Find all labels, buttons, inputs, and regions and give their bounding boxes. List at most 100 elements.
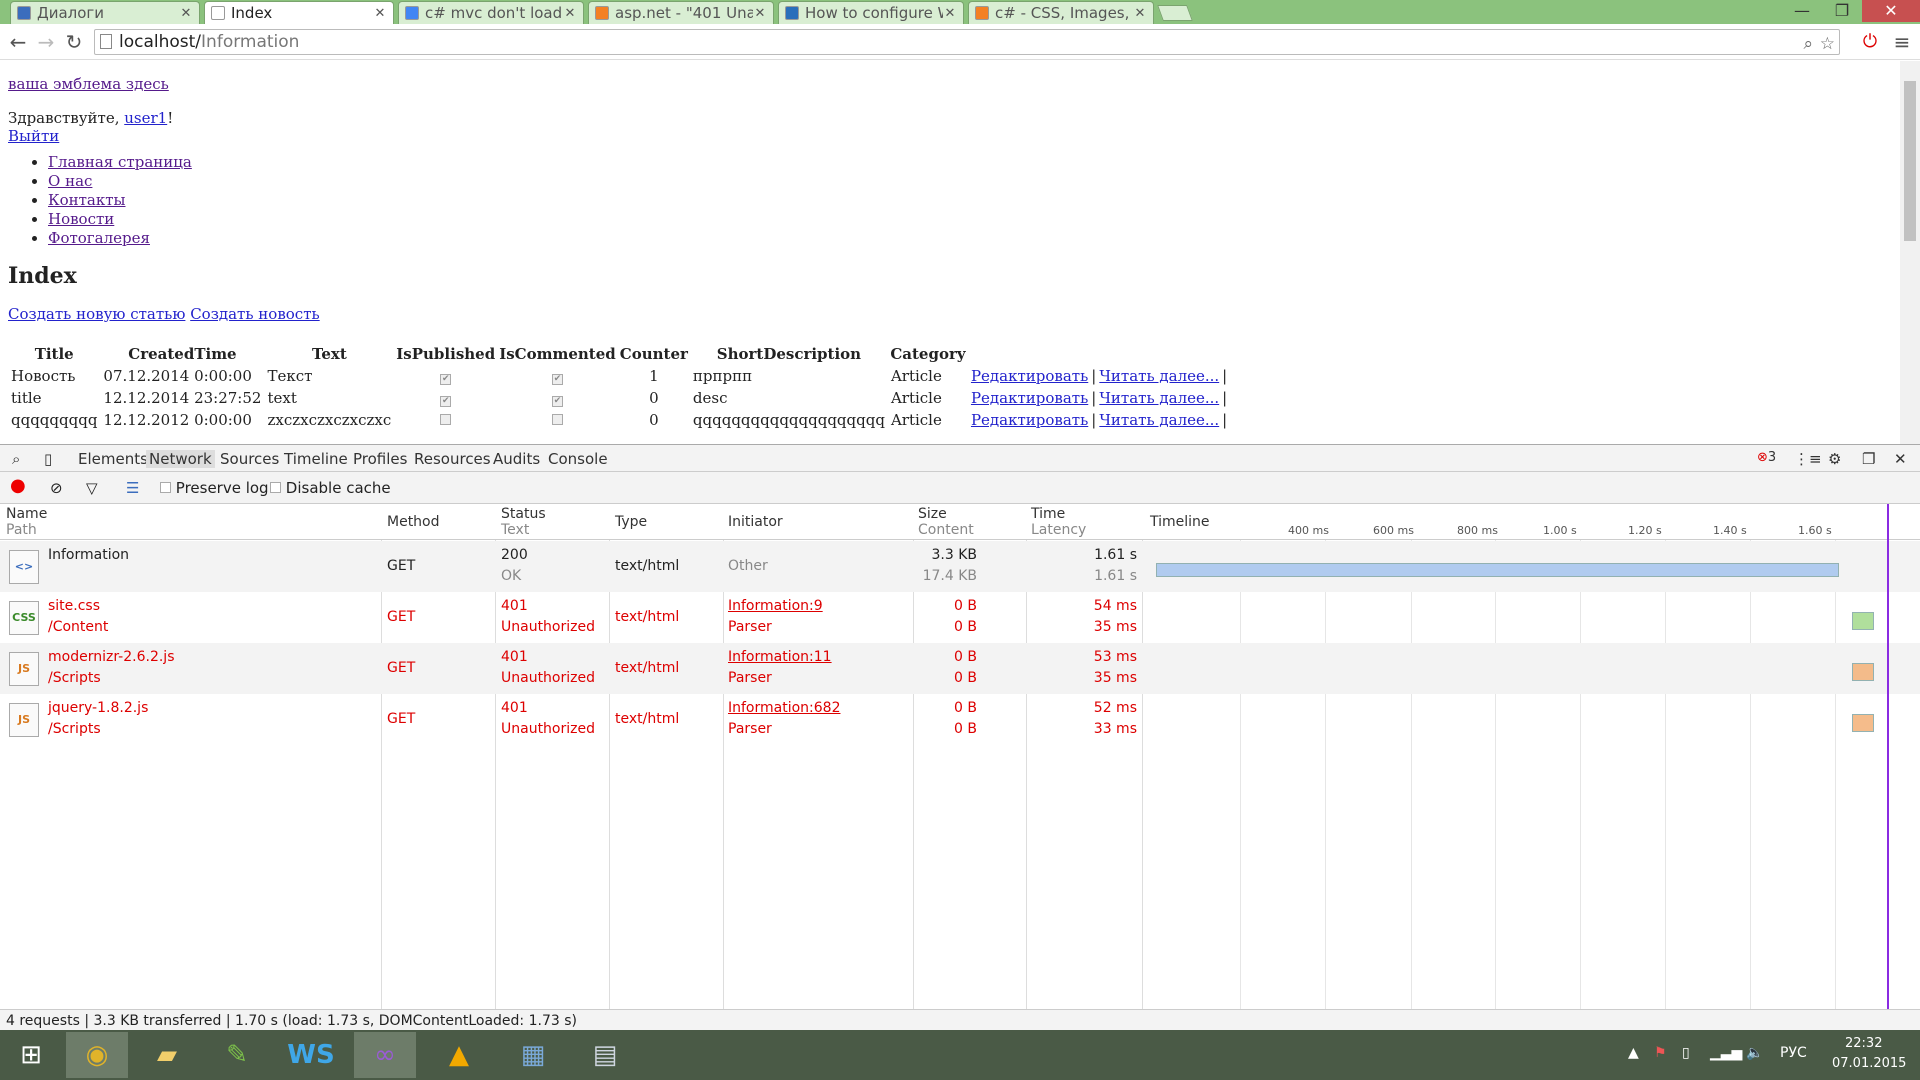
maximize-button[interactable]: ❐ (1822, 0, 1862, 22)
filter-icon[interactable]: ▽ (86, 479, 98, 497)
col-type[interactable]: Type (615, 514, 647, 530)
error-count[interactable]: ⊗3 (1757, 450, 1776, 465)
close-tab-icon[interactable]: ✕ (943, 6, 957, 21)
network-row[interactable]: JS modernizr-2.6.2.js/Scripts GET 401 Unauth… (0, 643, 1920, 694)
back-icon[interactable]: ← (6, 30, 30, 54)
scrollbar-thumb[interactable] (1904, 81, 1916, 241)
close-tab-icon[interactable]: ✕ (563, 6, 577, 21)
col-status[interactable]: Status Text (501, 506, 546, 538)
forward-icon[interactable]: → (34, 30, 58, 54)
tab-timeline[interactable]: Timeline (284, 450, 348, 468)
request-name[interactable]: site.css/Content (48, 596, 108, 638)
browser-tab[interactable]: c# mvc don't load cs✕ (398, 1, 584, 24)
col-name[interactable]: Name Path (6, 506, 47, 538)
tab-profiles[interactable]: Profiles (353, 450, 407, 468)
app-icon[interactable]: ▦ (502, 1032, 564, 1078)
network-row[interactable]: JS jquery-1.8.2.js/Scripts GET 401 Unauthori… (0, 694, 1920, 745)
battery-icon[interactable]: ▯ (1682, 1045, 1690, 1061)
browser-tab[interactable]: asp.net - "401 Unauth✕ (588, 1, 774, 24)
col-size[interactable]: Size Content (918, 506, 974, 538)
large-rows-icon[interactable]: ☰ (126, 479, 139, 497)
browser-tab[interactable]: c# - CSS, Images, JS ✕ (968, 1, 1154, 24)
request-name[interactable]: jquery-1.8.2.js/Scripts (48, 698, 148, 740)
edit-link[interactable]: Редактировать (971, 389, 1088, 407)
language-indicator[interactable]: РУС (1780, 1045, 1807, 1061)
close-tab-icon[interactable]: ✕ (179, 6, 193, 21)
read-more-link[interactable]: Читать далее... (1099, 389, 1219, 407)
volume-icon[interactable]: 🔈 (1746, 1045, 1763, 1061)
dock-icon[interactable]: ❐ (1862, 450, 1875, 468)
create-article-link[interactable]: Создать новую статью (8, 305, 185, 323)
preserve-log-checkbox[interactable]: Preserve log (160, 479, 269, 497)
network-row[interactable]: <> Information GET 200 OK text/html Other 3.3 K… (0, 541, 1920, 592)
close-devtools-icon[interactable]: ✕ (1894, 450, 1907, 468)
notepad-icon[interactable]: ✎ (206, 1032, 268, 1078)
tab-network[interactable]: Network (146, 450, 215, 468)
request-method: GET (387, 711, 416, 727)
browser-tab[interactable]: Диалоги ✕ (10, 1, 200, 24)
edit-link[interactable]: Редактировать (971, 367, 1088, 385)
flag-icon[interactable]: ⚑ (1654, 1045, 1667, 1061)
webstorm-icon[interactable]: WS (280, 1032, 342, 1078)
col-initiator[interactable]: Initiator (728, 514, 783, 530)
settings-gear-icon[interactable]: ⚙ (1828, 450, 1841, 468)
drawer-icon[interactable]: ⋮≡ (1794, 450, 1822, 468)
initiator-link[interactable]: Information:682 (728, 698, 840, 719)
tab-audits[interactable]: Audits (493, 450, 540, 468)
bookmark-star-icon[interactable]: ☆ (1820, 32, 1835, 56)
clock-time[interactable]: 22:32 (1845, 1036, 1882, 1051)
browser-tab[interactable]: How to configure W ✕ (778, 1, 964, 24)
tab-elements[interactable]: Elements (78, 450, 148, 468)
network-row[interactable]: CSS site.css/Content GET 401 Unauthorized tex… (0, 592, 1920, 643)
initiator-link[interactable]: Information:9 (728, 596, 823, 617)
chrome-taskbar-icon[interactable]: ◉ (66, 1032, 128, 1078)
network-signal-icon[interactable]: ▁▃▅ (1710, 1045, 1742, 1061)
visual-studio-icon[interactable]: ∞ (354, 1032, 416, 1078)
menu-about[interactable]: О нас (48, 172, 92, 190)
clear-icon[interactable]: ⊘ (50, 479, 63, 497)
col-time[interactable]: Time Latency (1031, 506, 1086, 538)
browser-tab[interactable]: Index ✕ (204, 1, 394, 24)
menu-contacts[interactable]: Контакты (48, 191, 126, 209)
request-name[interactable]: Information (48, 545, 129, 566)
device-icon[interactable]: ▯ (44, 450, 52, 468)
close-tab-icon[interactable]: ✕ (753, 6, 767, 21)
read-more-link[interactable]: Читать далее... (1099, 411, 1219, 429)
menu-gallery[interactable]: Фотогалерея (48, 229, 150, 247)
user-link[interactable]: user1 (124, 109, 167, 127)
extension-icon[interactable]: ⏻ (1858, 30, 1882, 54)
menu-icon[interactable]: ≡ (1890, 30, 1914, 54)
minimize-button[interactable]: — (1782, 0, 1822, 22)
close-window-button[interactable]: ✕ (1862, 0, 1920, 22)
create-news-link[interactable]: Создать новость (190, 305, 319, 323)
tab-sources[interactable]: Sources (220, 450, 279, 468)
close-tab-icon[interactable]: ✕ (1133, 6, 1147, 21)
edit-link[interactable]: Редактировать (971, 411, 1088, 429)
logout-link[interactable]: Выйти (8, 127, 59, 145)
disable-cache-checkbox[interactable]: Disable cache (270, 479, 391, 497)
col-method[interactable]: Method (387, 514, 440, 530)
read-more-link[interactable]: Читать далее... (1099, 367, 1219, 385)
reload-icon[interactable]: ↻ (62, 30, 86, 54)
menu-news[interactable]: Новости (48, 210, 114, 228)
menu-home[interactable]: Главная страница (48, 153, 192, 171)
start-windows-icon[interactable]: ⊞ (0, 1032, 62, 1078)
page-scrollbar[interactable] (1900, 61, 1920, 444)
clock-date[interactable]: 07.01.2015 (1832, 1056, 1906, 1071)
record-icon[interactable]: ● (10, 475, 26, 496)
search-icon[interactable]: ⌕ (1803, 32, 1813, 56)
initiator-link[interactable]: Information:11 (728, 647, 832, 668)
address-bar[interactable]: localhost/Information ⌕ ☆ (94, 29, 1840, 55)
request-name[interactable]: modernizr-2.6.2.js/Scripts (48, 647, 175, 689)
new-tab-button[interactable] (1157, 5, 1193, 21)
tab-resources[interactable]: Resources (414, 450, 491, 468)
archive-icon[interactable]: ▤ (574, 1032, 636, 1078)
logo-link[interactable]: ваша эмблема здесь (8, 75, 169, 93)
col-timeline[interactable]: Timeline (1150, 514, 1210, 530)
tray-expand-icon[interactable]: ▲ (1628, 1045, 1639, 1061)
explorer-folder-icon[interactable]: ▰ (136, 1032, 198, 1078)
close-tab-icon[interactable]: ✕ (373, 6, 387, 21)
media-player-icon[interactable]: ▲ (428, 1032, 490, 1078)
inspect-icon[interactable]: ⌕ (12, 450, 20, 468)
tab-console[interactable]: Console (548, 450, 608, 468)
